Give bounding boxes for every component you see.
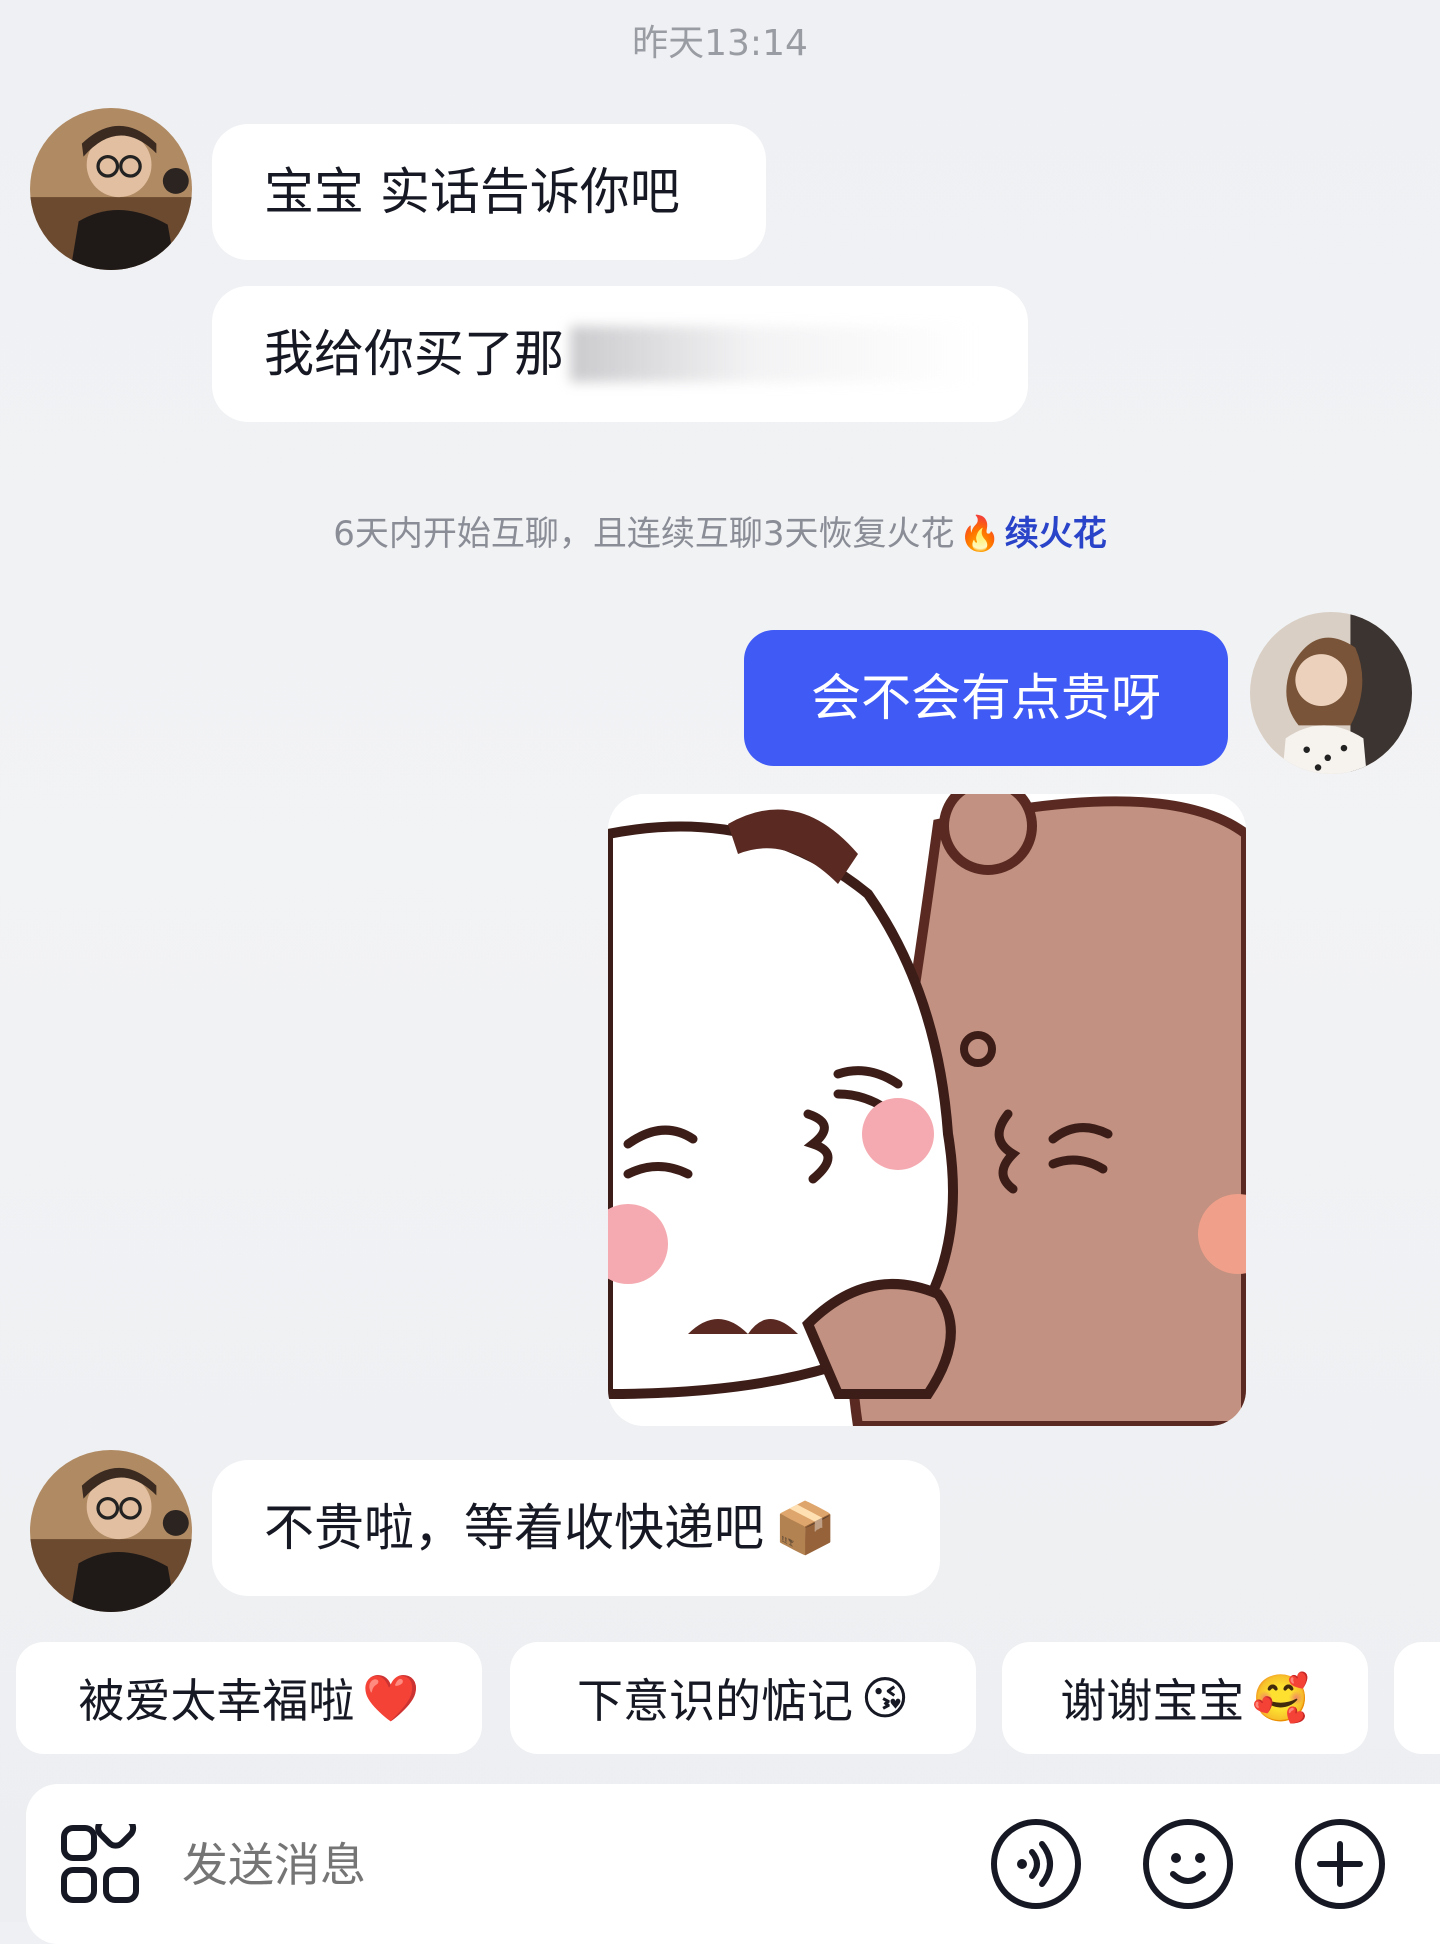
quick-reply-chip[interactable]: 谢谢宝宝 🥰 [1002, 1642, 1368, 1754]
quick-reply-chip[interactable]: 下意识的惦记 😘 [510, 1642, 976, 1754]
received-message[interactable]: 不贵啦，等着收快递吧 📦 [212, 1460, 940, 1596]
plus-icon[interactable] [1292, 1816, 1388, 1912]
friend-avatar[interactable] [30, 1450, 192, 1612]
quick-reply-label: 被爱太幸福啦 [78, 1674, 355, 1728]
spark-tip-text: 6天内开始互聊，且连续互聊3天恢复火花 [333, 514, 955, 554]
smiling-hearts-icon: 🥰 [1252, 1670, 1310, 1725]
message-text: 我给你买了那 [264, 325, 564, 383]
blurred-redaction [570, 326, 976, 382]
friend-avatar[interactable] [30, 108, 192, 270]
kiss-face-icon: 😘 [861, 1671, 909, 1725]
quick-reply-label: 谢谢宝宝 [1060, 1674, 1245, 1728]
message-text: 不贵啦，等着收快递吧 [264, 1499, 764, 1557]
message-input-bar [26, 1784, 1440, 1944]
spark-tip: 6天内开始互聊，且连续互聊3天恢复火花 🔥 续火花 [0, 506, 1440, 555]
message-text: 宝宝 实话告诉你吧 [264, 163, 680, 221]
continue-spark-link[interactable]: 续火花 [1005, 514, 1107, 554]
apps-grid-icon[interactable] [60, 1824, 142, 1906]
sticker-image[interactable] [608, 794, 1246, 1426]
received-message[interactable]: 我给你买了那 [212, 286, 1028, 422]
timestamp: 昨天13:14 [632, 23, 808, 64]
quick-reply-chip-partial[interactable] [1394, 1642, 1440, 1754]
received-message[interactable]: 宝宝 实话告诉你吧 [212, 124, 766, 260]
message-text: 会不会有点贵呀 [811, 669, 1161, 727]
fire-icon: 🔥 [958, 514, 1001, 554]
my-avatar[interactable] [1250, 612, 1412, 774]
message-input[interactable] [180, 1824, 884, 1906]
quick-reply-label: 下意识的惦记 [577, 1674, 854, 1728]
heart-icon: ❤️ [362, 1670, 420, 1725]
quick-reply-chip[interactable]: 被爱太幸福啦 ❤️ [16, 1642, 482, 1754]
emoji-icon[interactable] [1140, 1816, 1236, 1912]
package-icon: 📦 [774, 1499, 837, 1557]
voice-icon[interactable] [988, 1816, 1084, 1912]
sent-message[interactable]: 会不会有点贵呀 [744, 630, 1228, 766]
